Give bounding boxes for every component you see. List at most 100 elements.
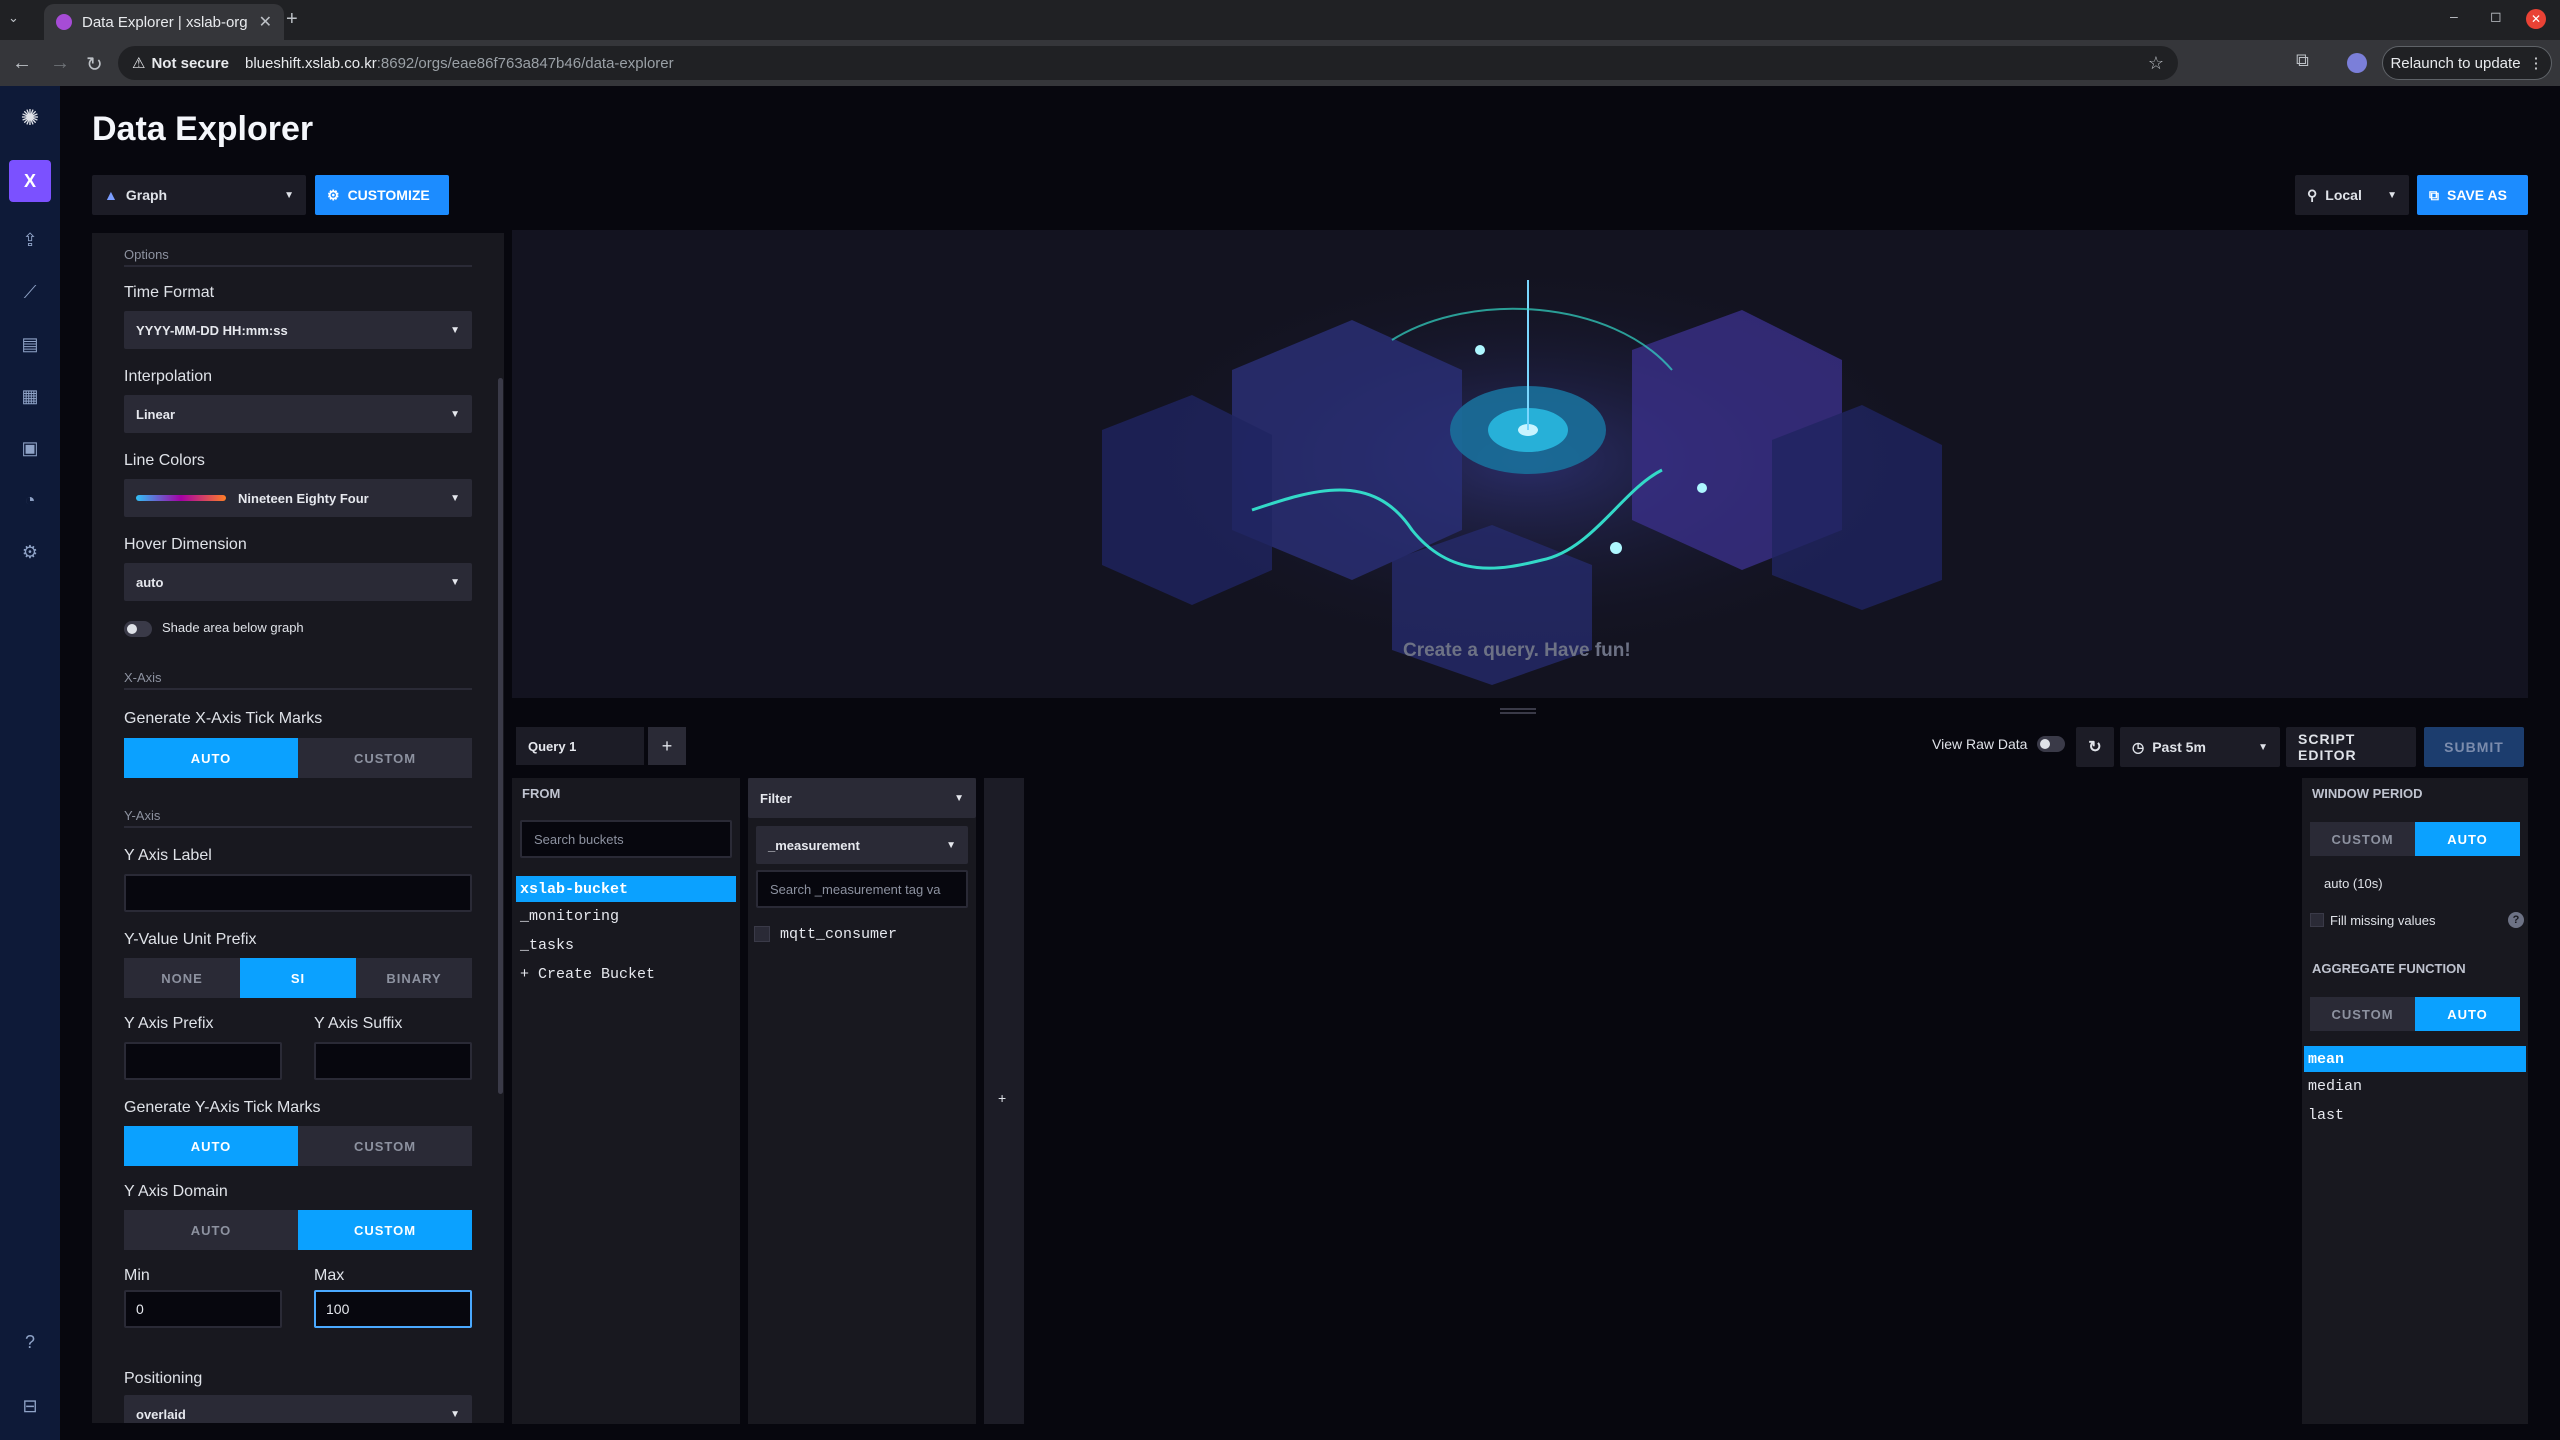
raw-data-switch[interactable] — [2037, 736, 2066, 752]
y-suffix-input[interactable] — [314, 1042, 472, 1080]
time-range-dropdown[interactable]: ◷ Past 5m ▼ — [2120, 727, 2280, 767]
positioning-dropdown[interactable]: overlaid ▼ — [124, 1395, 472, 1423]
bucket-item[interactable]: _monitoring — [520, 908, 619, 925]
aggregate-function-item[interactable]: median — [2308, 1078, 2362, 1095]
bucket-item[interactable]: xslab-bucket — [516, 876, 736, 902]
view-raw-data-toggle[interactable]: View Raw Data — [1932, 736, 2066, 752]
submit-button[interactable]: SUBMIT — [2424, 727, 2524, 767]
back-icon[interactable]: ← — [12, 52, 32, 75]
max-input[interactable]: 100 — [314, 1290, 472, 1328]
tag-value-search-input[interactable]: Search _measurement tag va — [756, 870, 968, 908]
url-path: :8692/orgs/eae86f763a847b46/data-explore… — [376, 54, 674, 72]
aggregate-custom[interactable]: CUSTOM — [2310, 997, 2415, 1031]
tag-key-dropdown[interactable]: _measurement ▼ — [756, 826, 968, 864]
aggregate-toggle: CUSTOM AUTO — [2310, 997, 2520, 1031]
help-icon[interactable]: ? — [2508, 912, 2524, 928]
query-tab[interactable]: Query 1 — [516, 727, 644, 765]
create-bucket-link[interactable]: + Create Bucket — [520, 966, 655, 983]
aggregate-function-item[interactable]: last — [2308, 1107, 2344, 1124]
upload-data-icon[interactable]: ⇪ — [18, 228, 42, 252]
filter-function-dropdown[interactable]: Filter ▼ — [748, 778, 976, 818]
interpolation-dropdown[interactable]: Linear ▼ — [124, 395, 472, 433]
alerts-bell-icon[interactable]: ◔ — [18, 488, 42, 512]
y-unit-binary[interactable]: BINARY — [356, 958, 472, 998]
add-filter-button[interactable]: + — [998, 1090, 1006, 1106]
data-explorer-icon[interactable]: ⟋ — [18, 280, 42, 304]
dashboards-icon[interactable]: ▦ — [18, 384, 42, 408]
script-editor-button[interactable]: SCRIPT EDITOR — [2286, 727, 2416, 767]
auto-window-value: auto (10s) — [2324, 876, 2383, 891]
minimize-button[interactable]: – — [2450, 8, 2458, 24]
y-domain-auto[interactable]: AUTO — [124, 1210, 298, 1250]
save-as-button[interactable]: ⧉ SAVE AS — [2417, 175, 2528, 215]
bucket-item[interactable]: _tasks — [520, 937, 574, 954]
interpolation-label: Interpolation — [124, 368, 213, 385]
timezone-dropdown[interactable]: ⚲ Local ▼ — [2295, 175, 2409, 215]
min-label: Min — [124, 1267, 150, 1284]
y-prefix-input[interactable] — [124, 1042, 282, 1080]
tasks-icon[interactable]: ▣ — [18, 436, 42, 460]
y-domain-custom[interactable]: CUSTOM — [298, 1210, 472, 1250]
customize-button[interactable]: ⚙ CUSTOMIZE — [315, 175, 449, 215]
add-query-button[interactable]: + — [648, 727, 686, 765]
reload-icon[interactable]: ↻ — [86, 52, 103, 77]
chevron-down-icon: ▼ — [450, 324, 460, 336]
help-icon[interactable]: ? — [18, 1330, 42, 1354]
y-unit-si[interactable]: SI — [240, 958, 356, 998]
y-tick-auto[interactable]: AUTO — [124, 1126, 298, 1166]
max-label: Max — [314, 1267, 345, 1284]
empty-state-illustration — [1102, 260, 1948, 685]
bookmark-star-icon[interactable]: ☆ — [2148, 53, 2164, 74]
new-tab-button[interactable]: + — [286, 8, 298, 31]
aggregate-auto[interactable]: AUTO — [2415, 997, 2520, 1031]
address-bar[interactable]: ⚠ Not secure blueshift.xslab.co.kr :8692… — [118, 46, 2178, 80]
y-domain-toggle: AUTO CUSTOM — [124, 1210, 472, 1250]
relaunch-button[interactable]: Relaunch to update ⋮ — [2382, 46, 2552, 80]
profile-avatar[interactable] — [2347, 53, 2367, 73]
fill-missing-checkbox[interactable] — [2310, 913, 2324, 927]
x-tick-custom[interactable]: CUSTOM — [298, 738, 472, 778]
chevron-down-icon: ▼ — [954, 792, 964, 804]
influx-logo-icon[interactable]: ✺ — [18, 106, 42, 130]
y-tick-toggle: AUTO CUSTOM — [124, 1126, 472, 1166]
positioning-label: Positioning — [124, 1370, 203, 1387]
x-tick-auto[interactable]: AUTO — [124, 738, 298, 778]
options-scrollbar[interactable] — [498, 378, 503, 1094]
y-axis-header: Y-Axis — [124, 808, 161, 823]
chevron-down-icon: ▼ — [450, 408, 460, 420]
bucket-search-input[interactable]: Search buckets — [520, 820, 732, 858]
time-range-label: Past 5m — [2152, 739, 2206, 755]
browser-tab[interactable]: Data Explorer | xslab-org ✕ — [44, 4, 284, 40]
min-input[interactable]: 0 — [124, 1290, 282, 1328]
notebooks-icon[interactable]: ▤ — [18, 332, 42, 356]
org-avatar[interactable]: X — [9, 160, 51, 202]
add-filter-column[interactable]: + — [984, 778, 1024, 1424]
panel-resize-handle[interactable] — [1500, 708, 1536, 714]
shade-label: Shade area below graph — [162, 620, 304, 635]
shade-toggle[interactable] — [124, 621, 152, 637]
aggregate-function-item[interactable]: mean — [2304, 1046, 2526, 1072]
window-auto[interactable]: AUTO — [2415, 822, 2520, 856]
extensions-icon[interactable]: ⧉ — [2296, 50, 2309, 71]
window-custom[interactable]: CUSTOM — [2310, 822, 2415, 856]
y-axis-label-input[interactable] — [124, 874, 472, 912]
time-format-dropdown[interactable]: YYYY-MM-DD HH:mm:ss ▼ — [124, 311, 472, 349]
maximize-button[interactable]: ◻ — [2490, 8, 2502, 25]
settings-gear-icon[interactable]: ⚙ — [18, 540, 42, 564]
gear-icon: ⚙ — [327, 186, 340, 203]
tag-value-checkbox[interactable] — [754, 926, 770, 942]
tag-value-item[interactable]: mqtt_consumer — [780, 926, 897, 943]
tab-search-icon[interactable]: ⌄ — [8, 10, 19, 26]
tab-close-icon[interactable]: ✕ — [259, 12, 272, 32]
close-window-button[interactable]: ✕ — [2526, 9, 2546, 29]
divider — [124, 826, 472, 828]
collapse-nav-icon[interactable]: ⊟ — [18, 1394, 42, 1418]
hover-dimension-dropdown[interactable]: auto ▼ — [124, 563, 472, 601]
y-tick-custom[interactable]: CUSTOM — [298, 1126, 472, 1166]
line-colors-dropdown[interactable]: Nineteen Eighty Four ▼ — [124, 479, 472, 517]
app-nav-sidebar: ✺ X ⇪ ⟋ ▤ ▦ ▣ ◔ ⚙ ? ⊟ — [0, 86, 60, 1440]
vis-type-dropdown[interactable]: ▲ Graph ▼ — [92, 175, 306, 215]
forward-icon[interactable]: → — [50, 52, 70, 75]
y-unit-none[interactable]: NONE — [124, 958, 240, 998]
refresh-button[interactable]: ↻ — [2076, 727, 2114, 767]
